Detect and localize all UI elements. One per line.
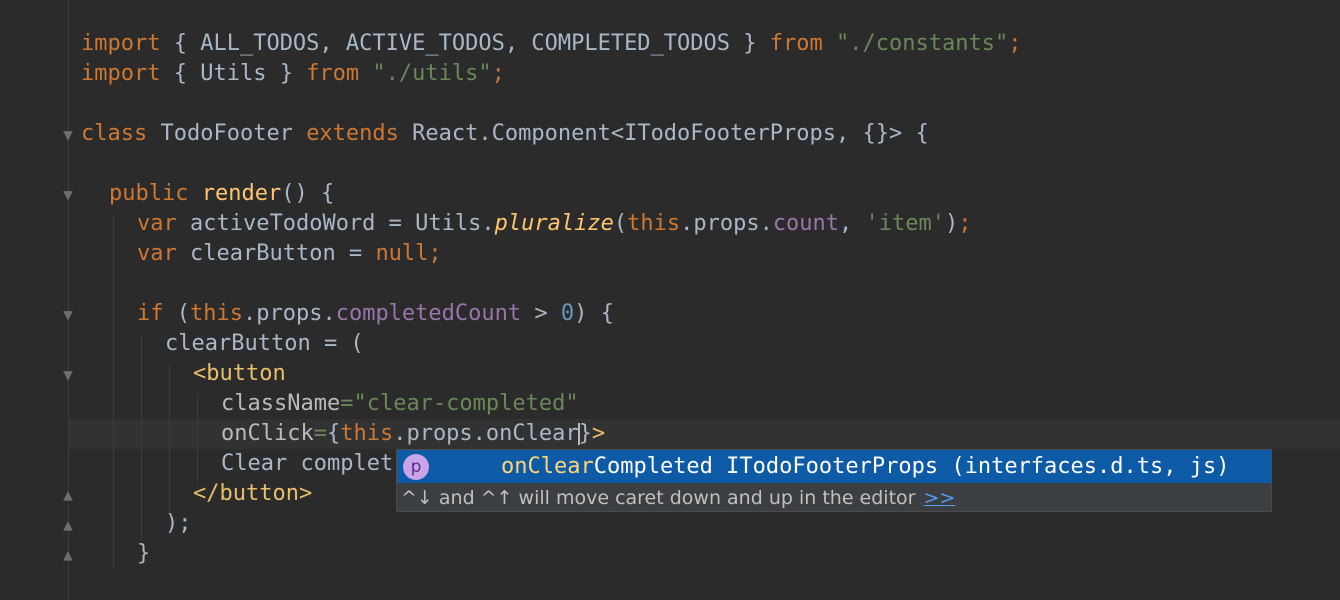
fold-close-icon[interactable]: ▲ bbox=[59, 516, 77, 534]
code-text: TodoFooter bbox=[147, 121, 307, 146]
equals-sign: = bbox=[340, 391, 354, 416]
code-text: Clear complet bbox=[221, 451, 394, 476]
fold-open-icon[interactable]: ▼ bbox=[59, 366, 77, 384]
code-line-clear-button-assign[interactable]: clearButton = ( bbox=[165, 329, 364, 359]
keyword: this bbox=[627, 211, 681, 236]
semicolon: ; bbox=[428, 241, 442, 266]
code-line-button-text[interactable]: Clear complet bbox=[221, 449, 393, 479]
code-text: ( bbox=[613, 211, 628, 236]
keyword: var bbox=[137, 211, 177, 236]
keyword: this bbox=[340, 421, 394, 446]
code-line-import-constants[interactable]: import { ALL_TODOS, ACTIVE_TODOS, COMPLE… bbox=[81, 29, 1021, 59]
code-text: activeTodoWord = Utils. bbox=[176, 211, 495, 236]
fold-close-icon[interactable]: ▲ bbox=[59, 486, 77, 504]
jsx-attribute: className bbox=[221, 391, 341, 416]
fold-open-icon[interactable]: ▼ bbox=[59, 186, 77, 204]
code-text: { bbox=[326, 421, 341, 446]
code-text: clearButton = bbox=[176, 241, 376, 266]
code-text: { ALL_TODOS, ACTIVE_TODOS, COMPLETED_TOD… bbox=[160, 31, 770, 56]
code-line-button-close-tag[interactable]: </button> bbox=[193, 479, 312, 509]
function-call: pluralize bbox=[494, 211, 614, 236]
indent-guide bbox=[169, 364, 170, 514]
code-text: clearButton = ( bbox=[165, 331, 364, 356]
string-literal: "clear-completed" bbox=[353, 391, 579, 416]
number-literal: 0 bbox=[560, 301, 575, 326]
gutter-divider bbox=[68, 0, 69, 600]
hint-more-link[interactable]: >> bbox=[923, 487, 955, 509]
keyword: extends bbox=[306, 121, 399, 146]
semicolon: ; bbox=[958, 211, 972, 236]
jsx-tag: <button bbox=[193, 361, 286, 386]
function-name: render bbox=[201, 181, 282, 206]
code-text: , bbox=[839, 211, 866, 236]
code-line-active-todo-word[interactable]: var activeTodoWord = Utils.pluralize(thi… bbox=[137, 209, 972, 239]
jsx-tag: </button> bbox=[193, 481, 313, 506]
code-line-if-statement[interactable]: if (this.props.completedCount > 0) { bbox=[137, 299, 614, 329]
equals-sign: = bbox=[313, 421, 327, 446]
semicolon: ; bbox=[1008, 31, 1022, 56]
keyword: import bbox=[81, 31, 161, 56]
code-text: React.Component<ITodoFooterProps, {}> { bbox=[398, 121, 929, 146]
code-text: ( bbox=[163, 301, 190, 326]
suggestion-match: onClear bbox=[501, 454, 594, 479]
string-literal: 'item' bbox=[865, 211, 946, 236]
string-literal: "./constants" bbox=[836, 31, 1009, 56]
code-text: ) bbox=[945, 211, 959, 236]
code-line-close-brace[interactable]: } bbox=[137, 539, 150, 569]
code-line-import-utils[interactable]: import { Utils } from "./utils"; bbox=[81, 59, 505, 89]
keyword: from bbox=[769, 31, 823, 56]
keyword: class bbox=[81, 121, 148, 146]
code-text: { Utils } bbox=[160, 61, 307, 86]
indent-guide bbox=[113, 214, 114, 570]
keyword: import bbox=[81, 61, 161, 86]
code-text: .props. bbox=[242, 301, 336, 326]
code-line-close-paren[interactable]: ); bbox=[165, 509, 192, 539]
autocomplete-item-selected[interactable]: p onClearCompleted ITodoFooterProps (int… bbox=[397, 450, 1271, 483]
fold-close-icon[interactable]: ▲ bbox=[59, 546, 77, 564]
indent-guide bbox=[141, 334, 142, 540]
property-icon: p bbox=[403, 454, 429, 480]
indent-guide bbox=[197, 394, 198, 484]
hint-text: ^↓ and ^↑ will move caret down and up in… bbox=[401, 487, 916, 509]
keyword: null bbox=[375, 241, 429, 266]
jsx-tag: > bbox=[591, 421, 606, 446]
property: count bbox=[772, 211, 840, 236]
fold-open-icon[interactable]: ▼ bbox=[59, 126, 77, 144]
code-text: } bbox=[578, 421, 592, 446]
code-line-clear-button-var[interactable]: var clearButton = null; bbox=[137, 239, 442, 269]
fold-open-icon[interactable]: ▼ bbox=[59, 306, 77, 324]
semicolon: ; bbox=[491, 61, 505, 86]
code-line-onclick-attr[interactable]: onClick={this.props.onClear}> bbox=[221, 419, 605, 449]
code-text: > bbox=[521, 301, 561, 326]
suggestion-text: onClearCompleted ITodoFooterProps (inter… bbox=[501, 450, 1229, 483]
keyword: public bbox=[109, 181, 189, 206]
autocomplete-popup[interactable]: p onClearCompleted ITodoFooterProps (int… bbox=[396, 449, 1272, 512]
code-line-classname-attr[interactable]: className="clear-completed" bbox=[221, 389, 579, 419]
jsx-attribute: onClick bbox=[221, 421, 314, 446]
code-editor[interactable]: ▼ ▼ ▼ ▼ ▲ ▲ ▲ import { ALL_TODOS, ACTIVE… bbox=[0, 0, 1340, 600]
suggestion-rest: Completed ITodoFooterProps (interfaces.d… bbox=[593, 454, 1230, 479]
code-text: () { bbox=[281, 181, 335, 206]
keyword: from bbox=[306, 61, 360, 86]
keyword: this bbox=[190, 301, 243, 326]
string-literal: "./utils" bbox=[372, 61, 492, 86]
code-text: } bbox=[137, 541, 151, 566]
code-text: .props.onClear bbox=[393, 421, 579, 446]
code-text: ) { bbox=[574, 301, 614, 326]
keyword: if bbox=[137, 301, 164, 326]
autocomplete-hint: ^↓ and ^↑ will move caret down and up in… bbox=[401, 483, 955, 513]
code-line-button-open-tag[interactable]: <button bbox=[193, 359, 286, 389]
code-line-render-method[interactable]: public render() { bbox=[109, 179, 334, 209]
code-line-class-declaration[interactable]: class TodoFooter extends React.Component… bbox=[81, 119, 929, 149]
code-text: .props. bbox=[680, 211, 773, 236]
keyword: var bbox=[137, 241, 177, 266]
code-text: ); bbox=[165, 511, 192, 536]
property: completedCount bbox=[335, 301, 522, 326]
